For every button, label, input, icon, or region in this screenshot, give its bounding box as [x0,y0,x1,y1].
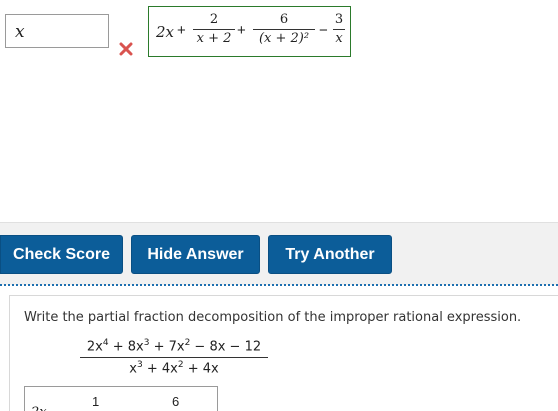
fraction-6-over-x-plus-2-squared: 6 (x + 2)² [253,12,315,46]
preview-term: 2x [31,405,47,411]
dotted-divider [0,284,558,286]
expression-numerator: 2x4 + 8x3 + 7x2 − 8x − 12 [86,338,262,355]
answer-entry-box[interactable]: 2x 1 6 [24,386,218,411]
correct-answer-box: 2x + 2 x + 2 + 6 (x + 2)² − 3 x [148,6,351,57]
plus-sign: + [237,22,246,39]
answer-input[interactable]: x [5,14,109,48]
question-prompt: Write the partial fraction decomposition… [24,310,522,325]
term-2x: 2x [156,23,175,41]
fraction-denominator: x + 2 [196,31,232,46]
fraction-numerator: 3 [334,12,344,27]
fraction-denominator: x [335,31,343,46]
hide-answer-button[interactable]: Hide Answer [131,235,260,274]
check-score-button[interactable]: Check Score [0,235,123,274]
fraction-numerator: 6 [279,12,289,27]
plus-sign: + [177,22,186,39]
fraction-3-over-x: 3 x [333,12,345,46]
expression-denominator: x3 + 4x2 + 4x [129,360,219,377]
fraction-2-over-x-plus-2: 2 x + 2 [193,12,235,46]
fraction-numerator: 2 [209,12,219,27]
try-another-button[interactable]: Try Another [268,235,392,274]
preview-numerator-1: 1 [92,394,100,409]
rational-expression: 2x4 + 8x3 + 7x2 − 8x − 12 x3 + 4x2 + 4x [80,338,268,377]
minus-sign: − [319,22,328,39]
x-mark-icon [119,42,133,56]
fraction-denominator: (x + 2)² [258,31,310,46]
preview-numerator-2: 6 [172,394,180,409]
